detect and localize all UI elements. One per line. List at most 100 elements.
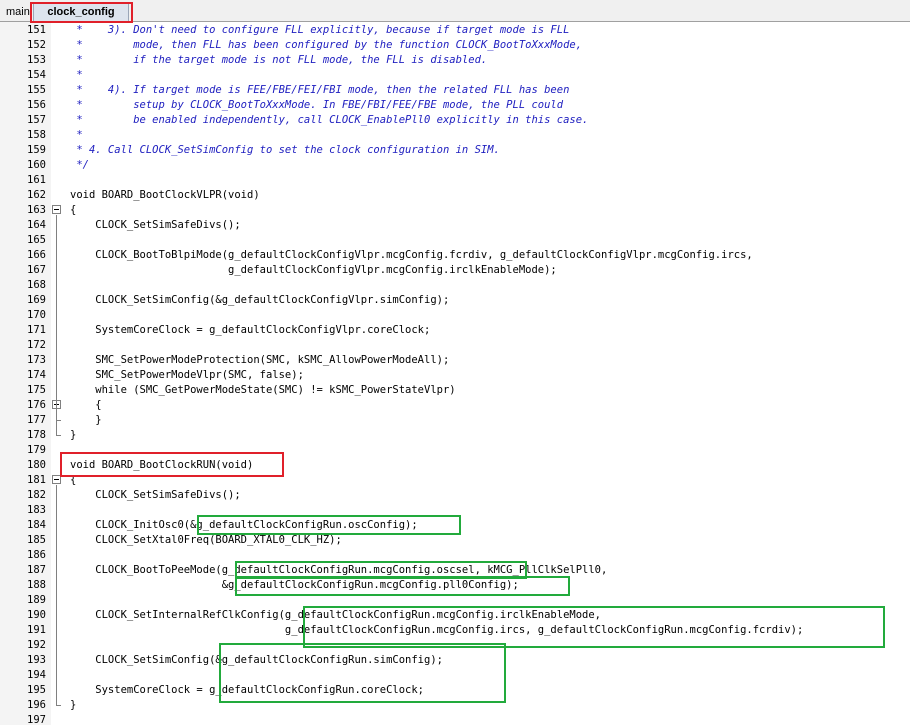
code-line: 164 CLOCK_SetSimSafeDivs();: [0, 218, 910, 233]
line-number: 162: [27, 189, 46, 201]
code-text: void BOARD_BootClockVLPR(void): [70, 189, 260, 201]
line-number: 182: [27, 489, 46, 501]
line-number: 168: [27, 279, 46, 291]
code-line: 153 * if the target mode is not FLL mode…: [0, 53, 910, 68]
line-number: 154: [27, 69, 46, 81]
line-number: 172: [27, 339, 46, 351]
line-number: 192: [27, 639, 46, 651]
fold-end-marker: [56, 420, 61, 421]
code-line: 174 SMC_SetPowerModeVlpr(SMC, false);: [0, 368, 910, 383]
code-line: 181 {: [0, 473, 910, 488]
code-line: 183: [0, 503, 910, 518]
comment-text: * 4). If target mode is FEE/FBE/FEI/FBI …: [70, 84, 570, 96]
line-number: 151: [27, 24, 46, 36]
code-text: SMC_SetPowerModeProtection(SMC, kSMC_All…: [70, 354, 450, 366]
code-text: CLOCK_SetSimSafeDivs();: [70, 219, 241, 231]
line-number: 180: [27, 459, 46, 471]
code-line: 169 CLOCK_SetSimConfig(&g_defaultClockCo…: [0, 293, 910, 308]
code-text: {: [70, 204, 77, 216]
code-line: 166 CLOCK_BootToBlpiMode(g_defaultClockC…: [0, 248, 910, 263]
line-number: 166: [27, 249, 46, 261]
code-line: 195 SystemCoreClock = g_defaultClockConf…: [0, 683, 910, 698]
code-line: 154 *: [0, 68, 910, 83]
code-line: 191 g_defaultClockConfigRun.mcgConfig.ir…: [0, 623, 910, 638]
line-number: 164: [27, 219, 46, 231]
line-number: 155: [27, 84, 46, 96]
line-number: 171: [27, 324, 46, 336]
code-line: 162 void BOARD_BootClockVLPR(void): [0, 188, 910, 203]
code-line: 186: [0, 548, 910, 563]
fold-end-marker: [56, 705, 61, 706]
code-line: 159 * 4. Call CLOCK_SetSimConfig to set …: [0, 143, 910, 158]
line-number: 167: [27, 264, 46, 276]
line-number: 169: [27, 294, 46, 306]
line-number: 153: [27, 54, 46, 66]
code-line: 192: [0, 638, 910, 653]
code-line: 187 CLOCK_BootToPeeMode(g_defaultClockCo…: [0, 563, 910, 578]
tab-bar: main clock_config: [0, 0, 910, 22]
code-text: CLOCK_SetSimSafeDivs();: [70, 489, 241, 501]
code-line: 158 *: [0, 128, 910, 143]
comment-text: * be enabled independently, call CLOCK_E…: [70, 114, 589, 126]
line-number: 189: [27, 594, 46, 606]
comment-text: * 3). Don't need to configure FLL explic…: [70, 24, 570, 36]
tab-clock-config[interactable]: clock_config: [33, 3, 129, 21]
line-number: 160: [27, 159, 46, 171]
code-text: CLOCK_SetSimConfig(&g_defaultClockConfig…: [70, 294, 450, 306]
fold-toggle-icon[interactable]: [52, 475, 61, 484]
code-line: 176 {: [0, 398, 910, 413]
code-text: }: [70, 699, 77, 711]
code-text: SystemCoreClock = g_defaultClockConfigRu…: [70, 684, 425, 696]
line-number: 179: [27, 444, 46, 456]
code-line: 190 CLOCK_SetInternalRefClkConfig(g_defa…: [0, 608, 910, 623]
line-number: 187: [27, 564, 46, 576]
line-number: 176: [27, 399, 46, 411]
code-line: 185 CLOCK_SetXtal0Freq(BOARD_XTAL0_CLK_H…: [0, 533, 910, 548]
code-text: CLOCK_BootToBlpiMode(g_defaultClockConfi…: [70, 249, 753, 261]
code-line: 193 CLOCK_SetSimConfig(&g_defaultClockCo…: [0, 653, 910, 668]
code-text: CLOCK_SetSimConfig(&g_defaultClockConfig…: [70, 654, 443, 666]
code-text: SystemCoreClock = g_defaultClockConfigVl…: [70, 324, 431, 336]
code-line: 197: [0, 713, 910, 728]
line-number: 161: [27, 174, 46, 186]
line-number: 191: [27, 624, 46, 636]
tab-main[interactable]: main: [6, 4, 30, 22]
fold-toggle-icon[interactable]: [52, 205, 61, 214]
code-line: 160 */: [0, 158, 910, 173]
line-number: 174: [27, 369, 46, 381]
comment-text: *: [70, 129, 83, 141]
code-text: void BOARD_BootClockRUN(void): [70, 459, 254, 471]
comment-text: *: [70, 69, 83, 81]
code-line: 156 * setup by CLOCK_BootToXxxMode. In F…: [0, 98, 910, 113]
code-text: g_defaultClockConfigVlpr.mcgConfig.irclk…: [70, 264, 557, 276]
code-text: CLOCK_BootToPeeMode(g_defaultClockConfig…: [70, 564, 608, 576]
code-line: 168: [0, 278, 910, 293]
code-line: 188 &g_defaultClockConfigRun.mcgConfig.p…: [0, 578, 910, 593]
code-text: while (SMC_GetPowerModeState(SMC) != kSM…: [70, 384, 456, 396]
line-number: 190: [27, 609, 46, 621]
code-line: 167 g_defaultClockConfigVlpr.mcgConfig.i…: [0, 263, 910, 278]
comment-text: * setup by CLOCK_BootToXxxMode. In FBE/F…: [70, 99, 564, 111]
code-text: {: [70, 399, 102, 411]
comment-text: * 4. Call CLOCK_SetSimConfig to set the …: [70, 144, 500, 156]
line-number: 195: [27, 684, 46, 696]
code-line: 151 * 3). Don't need to configure FLL ex…: [0, 23, 910, 38]
line-number: 183: [27, 504, 46, 516]
line-number: 184: [27, 519, 46, 531]
code-line: 178}: [0, 428, 910, 443]
line-number: 173: [27, 354, 46, 366]
line-number: 175: [27, 384, 46, 396]
code-line: 172: [0, 338, 910, 353]
line-number: 159: [27, 144, 46, 156]
code-editor[interactable]: 151 * 3). Don't need to configure FLL ex…: [0, 22, 910, 728]
code-text: CLOCK_SetInternalRefClkConfig(g_defaultC…: [70, 609, 602, 621]
code-text: {: [70, 474, 77, 486]
code-text: CLOCK_InitOsc0(&g_defaultClockConfigRun.…: [70, 519, 418, 531]
code-line: 163 {: [0, 203, 910, 218]
code-line: 177 }: [0, 413, 910, 428]
fold-guide-line: [56, 485, 57, 706]
line-number: 163: [27, 204, 46, 216]
code-line: 175 while (SMC_GetPowerModeState(SMC) !=…: [0, 383, 910, 398]
code-line: 194: [0, 668, 910, 683]
line-number: 186: [27, 549, 46, 561]
